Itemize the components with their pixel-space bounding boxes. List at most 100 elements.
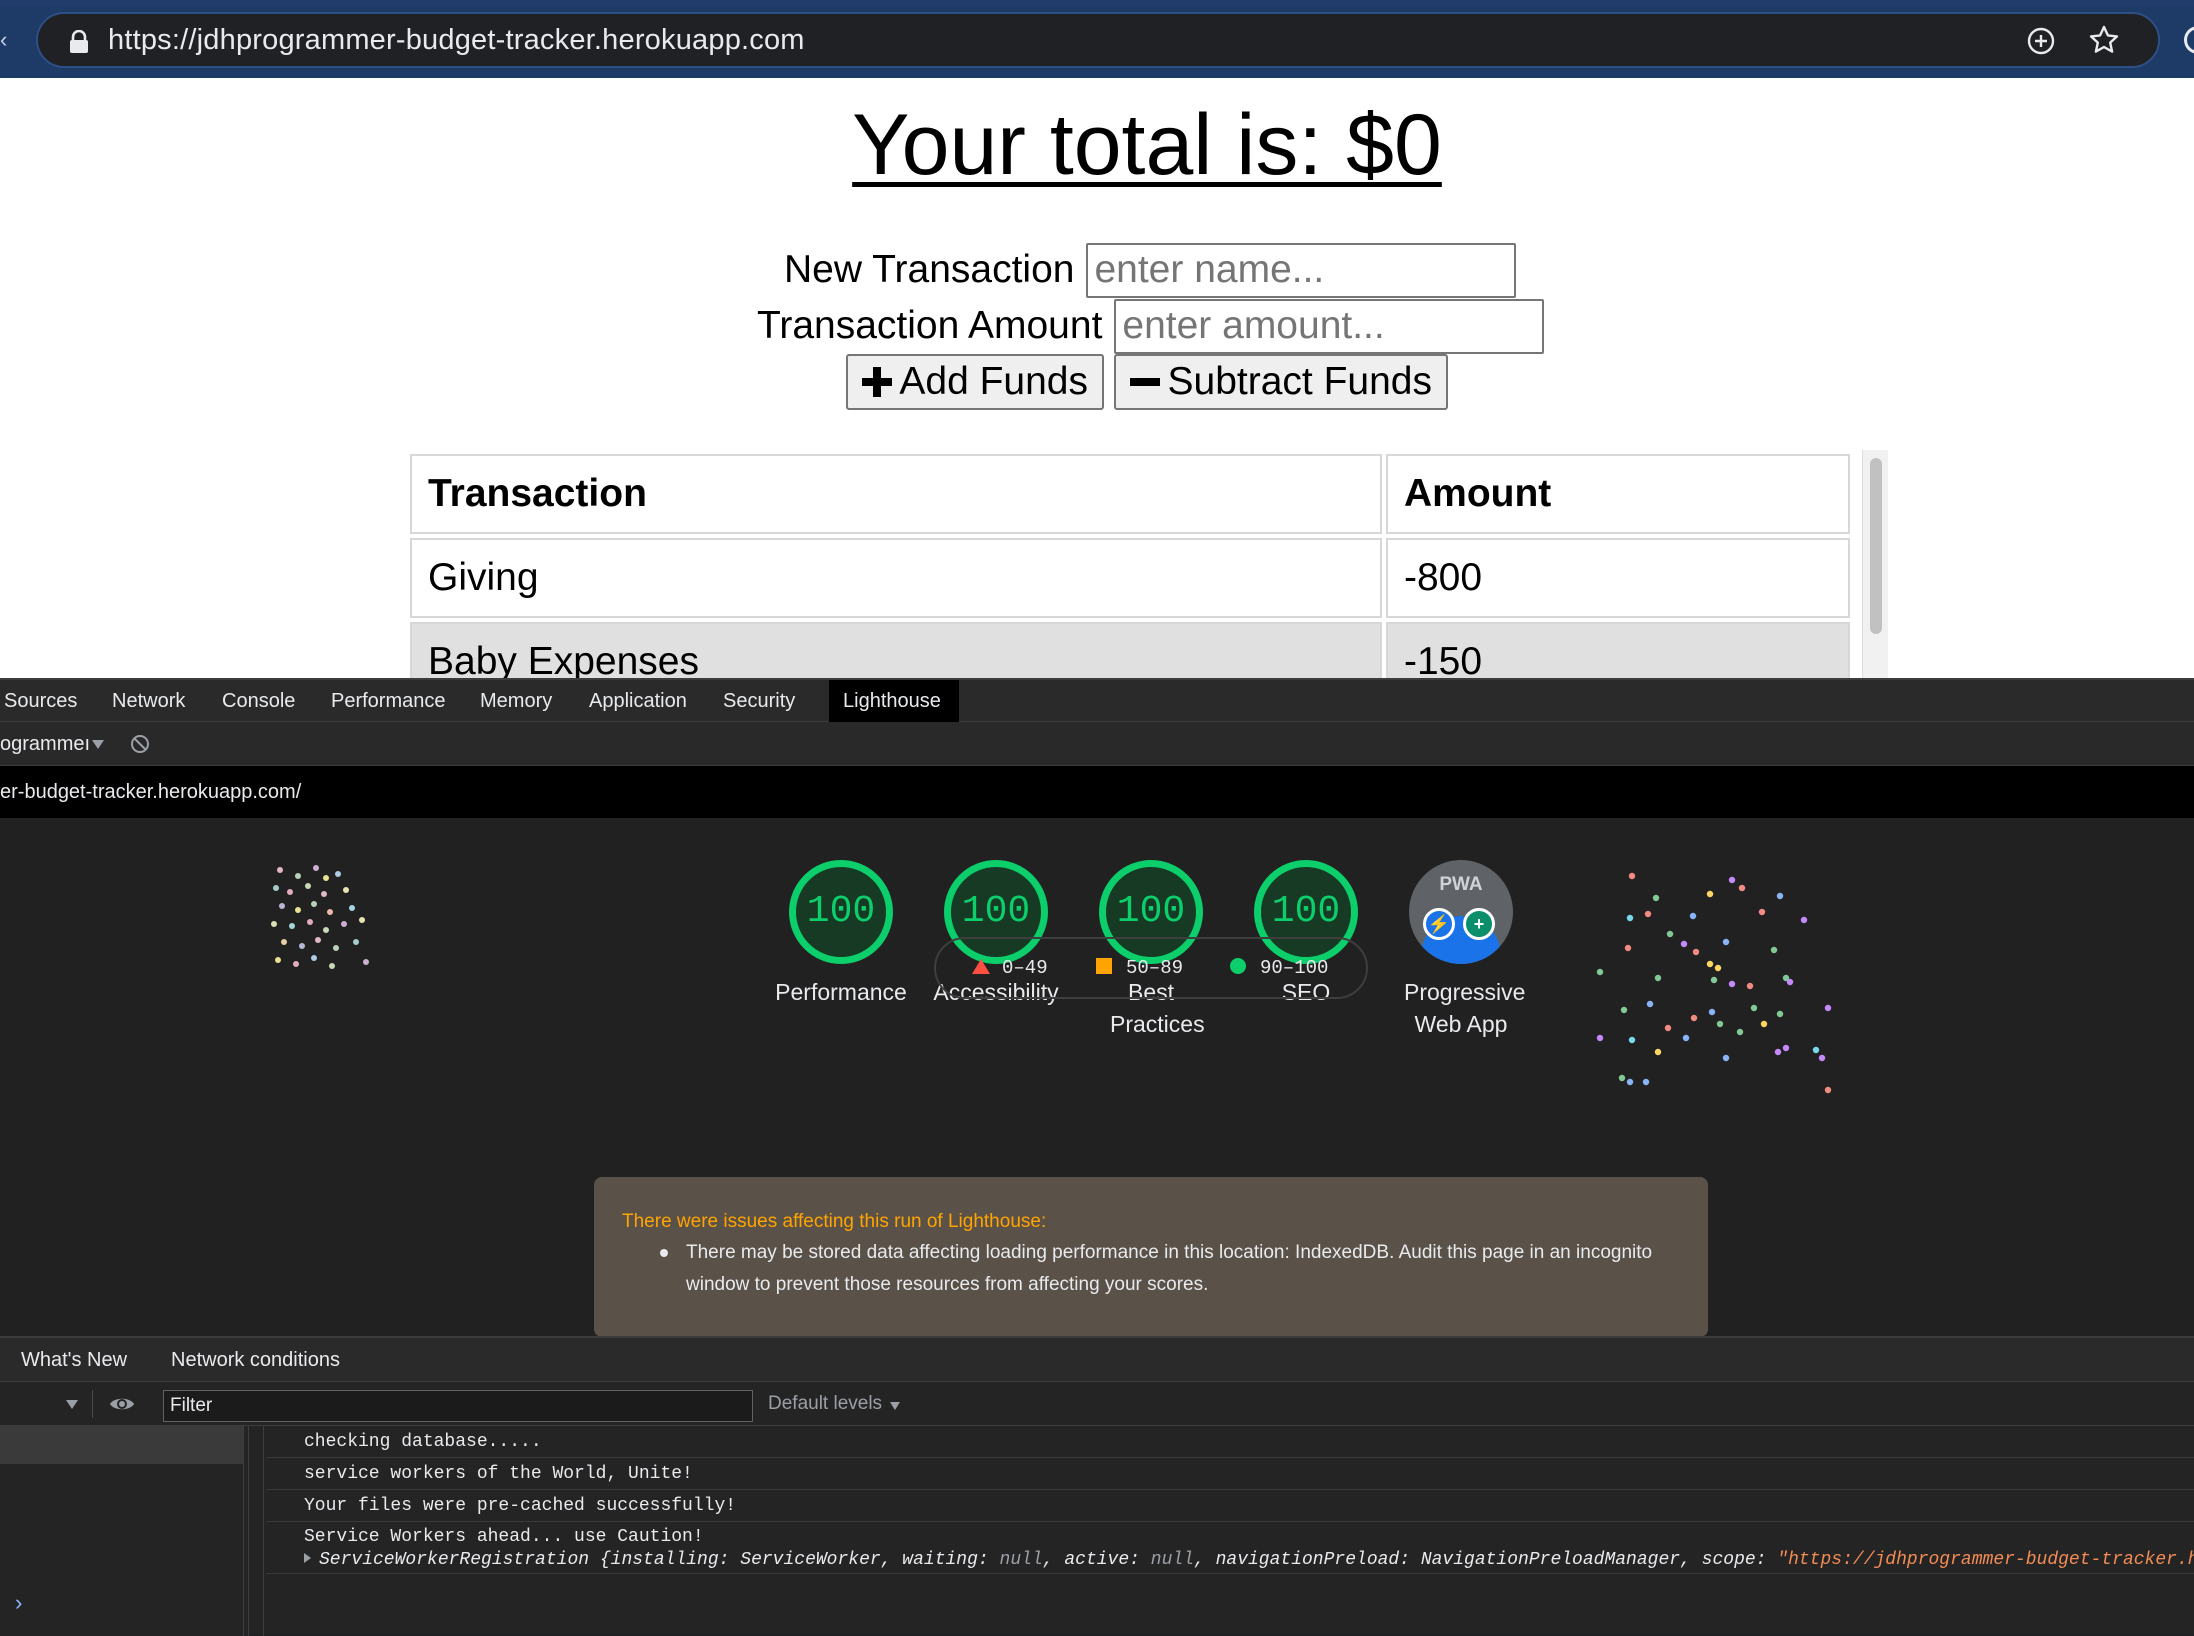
console-sidebar	[0, 1426, 244, 1636]
performance-gauge[interactable]: 100 Performance	[766, 860, 916, 1008]
table-scrollbar[interactable]	[1862, 450, 1888, 678]
report-url[interactable]: er-budget-tracker.herokuapp.com/	[0, 766, 301, 818]
add-funds-button[interactable]: Add Funds	[846, 354, 1104, 410]
confetti-decoration	[271, 865, 369, 969]
devtools-panel: Sources Network Console Performance Memo…	[0, 678, 2194, 1636]
warning-title: There were issues affecting this run of …	[622, 1211, 1047, 1232]
tab-lighthouse[interactable]: Lighthouse	[829, 680, 959, 722]
chevron-down-icon[interactable]	[890, 1402, 900, 1410]
log-object-expandable[interactable]: ServiceWorkerRegistration {installing: S…	[304, 1548, 2194, 1572]
add-funds-label: Add Funds	[899, 360, 1088, 403]
legend-average: 50–89	[1096, 939, 1183, 997]
score-label: Performance	[775, 979, 907, 1005]
tab-application[interactable]: Application	[575, 680, 701, 722]
filter-input[interactable]	[163, 1390, 753, 1422]
console-prompt-icon[interactable]: ›	[12, 1592, 25, 1617]
legend-pass: 90–100	[1230, 939, 1328, 997]
sidebar-selected-item[interactable]	[0, 1426, 243, 1464]
tab-memory[interactable]: Memory	[466, 680, 566, 722]
object-text: , navigationPreload: NavigationPreloadMa…	[1193, 1550, 1778, 1570]
tab-sources[interactable]: Sources	[0, 680, 91, 722]
transaction-amount: -800	[1386, 538, 1850, 618]
expand-triangle-icon[interactable]	[304, 1553, 311, 1563]
subtract-funds-label: Subtract Funds	[1167, 360, 1432, 403]
header-transaction: Transaction	[410, 454, 1382, 534]
object-text: , active:	[1042, 1550, 1151, 1570]
tab-console[interactable]: Console	[208, 680, 309, 722]
report-selector[interactable]: ogrammeı	[0, 722, 90, 766]
report-url-bar: er-budget-tracker.herokuapp.com/	[0, 766, 2194, 818]
legend-pass-range: 90–100	[1260, 957, 1329, 979]
console-gutter	[248, 1426, 264, 1636]
score-legend: 0–49 50–89 90–100	[934, 937, 1368, 999]
toolbar-divider	[92, 1390, 93, 1418]
object-text: ServiceWorkerRegistration {installing: S…	[319, 1550, 1000, 1570]
amount-input[interactable]	[1114, 298, 1545, 354]
log-message: service workers of the World, Unite!	[266, 1458, 2194, 1490]
log-message: checking database.....	[266, 1426, 2194, 1458]
minus-icon	[1130, 367, 1160, 397]
add-icon[interactable]	[2026, 26, 2056, 56]
object-null: null	[1150, 1550, 1194, 1570]
transaction-name: Baby Expenses	[410, 622, 1382, 678]
score-value: 100	[806, 890, 876, 933]
subtract-funds-button[interactable]: Subtract Funds	[1114, 354, 1448, 410]
clear-icon[interactable]	[130, 734, 150, 754]
legend-fail: 0–49	[972, 939, 1048, 997]
log-message-text: Service Workers ahead... use Caution!	[304, 1527, 704, 1547]
name-row: New Transaction	[784, 242, 1517, 298]
amount-row: Transaction Amount	[757, 298, 1545, 354]
run-warnings: There were issues affecting this run of …	[594, 1177, 1708, 1337]
object-null: null	[999, 1550, 1043, 1570]
bullet-icon	[660, 1249, 668, 1257]
table-row: Baby Expenses -150	[410, 622, 1850, 678]
name-label: New Transaction	[784, 248, 1075, 291]
legend-fail-range: 0–49	[1002, 957, 1048, 979]
tab-network-conditions[interactable]: Network conditions	[171, 1338, 340, 1382]
fast-reliable-icon: ⚡	[1423, 908, 1455, 940]
pass-circle-icon	[1230, 958, 1246, 974]
legend-average-range: 50–89	[1126, 957, 1184, 979]
transaction-name: Giving	[410, 538, 1382, 618]
console-messages: checking database..... service workers o…	[266, 1426, 2194, 1636]
score-ring: 100	[789, 860, 893, 964]
tab-whats-new[interactable]: What's New	[21, 1338, 127, 1382]
eye-icon[interactable]	[108, 1394, 136, 1414]
address-bar[interactable]: https://jdhprogrammer-budget-tracker.her…	[36, 12, 2160, 68]
installable-icon: +	[1463, 908, 1495, 940]
transactions-table: Transaction Amount Giving -800 Baby Expe…	[406, 450, 1854, 678]
scrollbar-thumb[interactable]	[1870, 458, 1882, 634]
lighthouse-toolbar: ogrammeı	[0, 722, 2194, 766]
address-url[interactable]: https://jdhprogrammer-budget-tracker.her…	[108, 14, 805, 66]
devtools-tabs: Sources Network Console Performance Memo…	[0, 678, 2194, 722]
transaction-amount: -150	[1386, 622, 1850, 678]
plus-icon	[862, 367, 892, 397]
name-input[interactable]	[1086, 242, 1517, 298]
context-chevron-down-icon[interactable]	[66, 1400, 78, 1409]
log-levels-dropdown[interactable]: Default levels	[768, 1382, 882, 1426]
tab-security[interactable]: Security	[709, 680, 809, 722]
average-square-icon	[1096, 958, 1112, 974]
score-label: Progressive Web App	[1404, 979, 1526, 1037]
tab-performance[interactable]: Performance	[317, 680, 460, 722]
back-icon[interactable]: ‹	[0, 29, 10, 51]
pwa-gauge[interactable]: PWA ⚡ + Progressive Web App	[1386, 860, 1536, 1040]
tab-strip	[0, 0, 2194, 6]
pwa-badge-text: PWA	[1439, 874, 1483, 895]
pwa-badge-icon: PWA ⚡ +	[1409, 860, 1513, 964]
drawer-tabs: What's New Network conditions	[0, 1338, 2194, 1382]
header-amount: Amount	[1386, 454, 1850, 534]
object-string: "https://jdhprogrammer-budget-tracker.he…	[1777, 1550, 2194, 1570]
chevron-down-icon[interactable]	[92, 740, 104, 749]
fail-triangle-icon	[972, 959, 990, 974]
console-drawer: What's New Network conditions Default le…	[0, 1336, 2194, 1636]
tab-network[interactable]: Network	[98, 680, 199, 722]
bookmark-star-icon[interactable]	[2088, 24, 2120, 56]
warning-message: There may be stored data affecting loadi…	[686, 1242, 1653, 1295]
amount-label: Transaction Amount	[757, 304, 1103, 347]
profile-icon[interactable]	[2184, 26, 2194, 54]
browser-chrome: ‹ https://jdhprogrammer-budget-tracker.h…	[0, 0, 2194, 78]
lock-icon[interactable]	[68, 30, 90, 54]
web-page: Your total is: $0 New Transaction Transa…	[0, 78, 2194, 678]
log-message: Your files were pre-cached successfully!	[266, 1490, 2194, 1522]
